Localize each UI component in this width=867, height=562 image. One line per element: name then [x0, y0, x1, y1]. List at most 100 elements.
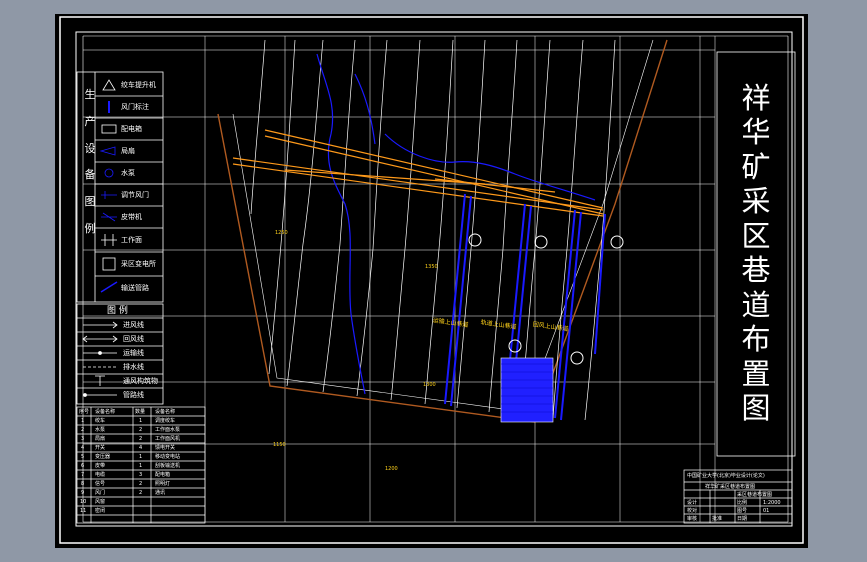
table-cell: 移动变电站	[155, 454, 181, 460]
table-cell: 密闭	[95, 508, 106, 514]
legend-heading-char: 备	[84, 168, 96, 182]
table-header-cell: 设备名称	[155, 409, 176, 415]
legend-heading-char: 例	[84, 221, 96, 235]
table-cell: 1	[139, 418, 143, 424]
legend-heading-char: 产	[84, 114, 96, 128]
table-cell: 11	[80, 508, 87, 514]
table-cell: 2	[139, 436, 143, 442]
elevation-note: 1200	[385, 466, 398, 472]
table-cell: 开关	[95, 445, 106, 451]
table-cell: 调度绞车	[155, 418, 176, 424]
title-block-cell: 审核	[687, 516, 698, 522]
line-legend-heading: 图 例	[107, 306, 128, 316]
table-cell: 10	[80, 499, 87, 505]
arrow-line-icon	[83, 321, 118, 329]
table-cell: 风窗	[95, 499, 106, 505]
line-legend-label: 管路线	[123, 391, 144, 399]
elevation-note: 1150	[273, 442, 286, 448]
legend-item-label: 调节风门	[121, 191, 149, 199]
table-cell: 1	[139, 463, 143, 469]
valve-icon	[101, 191, 117, 199]
table-cell: 风门	[95, 490, 106, 496]
table-cell: 6	[81, 463, 85, 469]
line-legend-label: 回风线	[123, 335, 144, 343]
title-char: 区	[741, 218, 771, 253]
working-face-block	[500, 357, 554, 423]
table-cell: 2	[81, 427, 85, 433]
equipment-legend-heading: 生 产 设 备 图 例	[82, 82, 98, 243]
title-char: 道	[741, 287, 771, 322]
title-block-drawing-name: 采区巷道布置图	[737, 492, 773, 498]
title-char: 华	[741, 115, 771, 149]
box-icon	[102, 257, 116, 271]
title-char: 巷	[741, 253, 771, 287]
title-block-cell: 01	[763, 508, 770, 514]
title-char: 采	[741, 184, 771, 218]
table-header-cell: 设备名称	[95, 409, 116, 415]
table-cell: 信号	[95, 481, 106, 487]
table-cell: 工作面风机	[155, 436, 181, 442]
elevation-note: 1300	[423, 382, 436, 388]
table-cell: 3	[139, 472, 143, 478]
table-cell: 通讯	[155, 490, 166, 496]
legend-heading-char: 生	[84, 88, 96, 101]
legend-item-label: 皮带机	[121, 213, 142, 221]
bracket-icon	[101, 234, 117, 246]
cad-viewport[interactable]: 祥 华 矿 采 区 巷 道 布 置 图 生 产 设 备 图 例 绞车提升机 风门…	[55, 14, 808, 548]
rect-icon	[101, 124, 117, 134]
table-cell: 变压器	[95, 454, 111, 460]
drawing-title: 祥 华 矿 采 区 巷 道 布 置 图	[718, 52, 794, 454]
table-cell: 局扇	[95, 436, 106, 442]
title-char: 布	[741, 322, 771, 356]
coordinate-grid	[83, 36, 716, 522]
double-arrow-line-icon	[82, 335, 118, 343]
title-block-cell: 比例	[737, 500, 748, 506]
table-cell: 8	[81, 481, 85, 487]
table-cell: 皮带	[95, 463, 106, 469]
legend-heading-char: 设	[84, 141, 96, 155]
title-block-cell: 设计	[687, 500, 698, 506]
table-header-cell: 序号	[79, 409, 90, 415]
table-header-cell: 数量	[135, 409, 146, 415]
legend-heading-char: 图	[84, 195, 96, 209]
table-cell: 2	[139, 427, 143, 433]
title-block-cell: 图号	[737, 508, 748, 514]
table-cell: 水泵	[95, 427, 106, 433]
table-cell: 绞车	[95, 418, 106, 424]
table-cell: 馈电开关	[155, 445, 176, 451]
pipe-icon	[100, 281, 118, 293]
legend-item-label: 风门标注	[121, 103, 149, 111]
legend-icon-shapes	[99, 79, 118, 293]
legend-item-label: 配电箱	[121, 125, 142, 133]
table-cell: 4	[81, 445, 85, 451]
table-cell: 5	[81, 454, 85, 460]
table-cell: 2	[139, 490, 143, 496]
table-cell: 9	[81, 490, 85, 496]
line-legend-icons	[82, 321, 118, 397]
legend-item-label: 局扇	[121, 147, 135, 155]
legend-item-label: 采区变电所	[121, 260, 156, 268]
title-block-cell: 校对	[687, 508, 698, 514]
table-cell: 刮板输送机	[155, 463, 181, 469]
fan-icon	[99, 146, 116, 156]
line-legend-label: 通风构筑物	[123, 377, 158, 385]
line-legend-label: 排水线	[123, 363, 144, 371]
tee-icon	[95, 375, 105, 386]
elevation-note: 1350	[425, 264, 438, 270]
table-cell: 4	[139, 445, 143, 451]
table-cell: 1	[81, 418, 85, 424]
table-cell: 工作面水泵	[155, 427, 181, 433]
line-legend-label: 运输线	[123, 349, 144, 357]
pump-icon	[104, 168, 114, 178]
conveyor-icon	[101, 212, 117, 222]
elevation-note: 1250	[275, 230, 288, 236]
line-legend-box	[76, 303, 164, 405]
legend-item-label: 工作面	[121, 236, 142, 244]
title-char: 矿	[741, 149, 771, 184]
title-block-school: 中国矿业大学(北京)毕业设计(论文)	[687, 473, 765, 479]
title-char: 置	[741, 356, 771, 391]
table-cell: 2	[139, 481, 143, 487]
title-block-subtitle: 祥华矿采区巷道布置图	[705, 484, 756, 490]
title-char: 图	[741, 391, 771, 425]
table-cell: 照明灯	[155, 481, 171, 487]
